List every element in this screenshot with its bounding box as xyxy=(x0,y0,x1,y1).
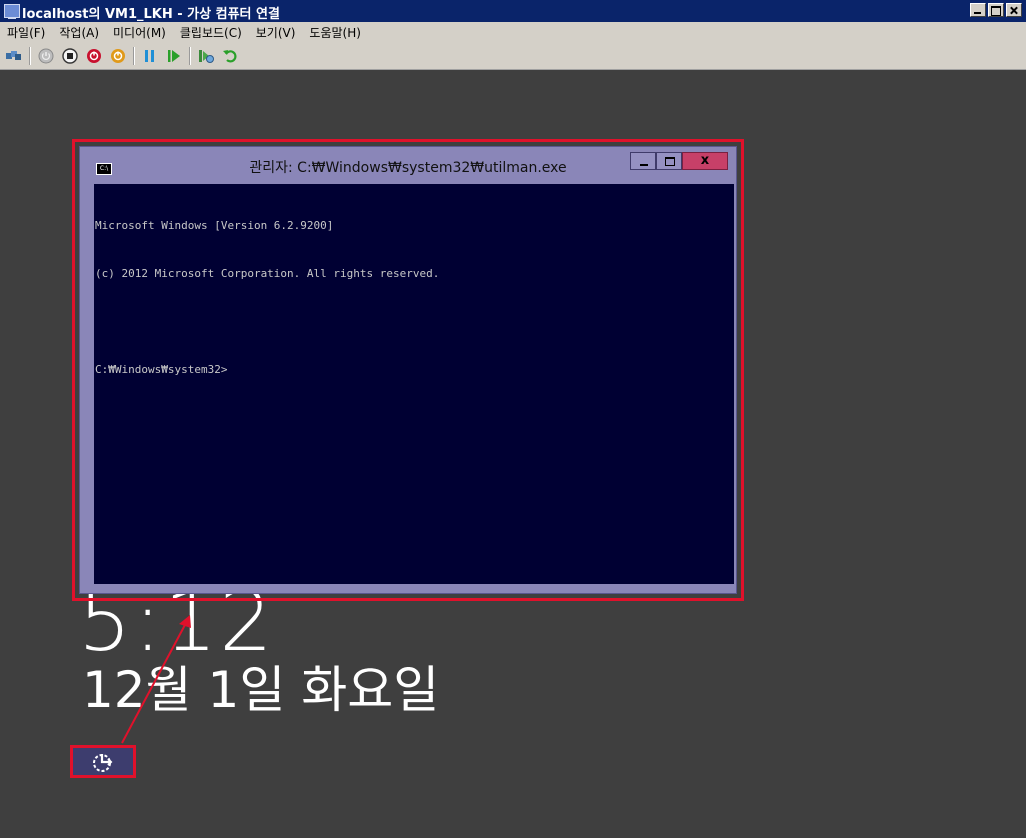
turn-off-icon xyxy=(62,47,78,64)
close-icon[interactable] xyxy=(1006,3,1022,17)
window-controls xyxy=(970,3,1022,17)
start-button[interactable] xyxy=(36,46,56,66)
resume-icon xyxy=(168,49,180,62)
shutdown-icon xyxy=(87,48,101,63)
cmd-highlight-outline: C:\ 관리자: C:₩Windows₩system32₩utilman.exe… xyxy=(72,139,744,601)
snapshot-icon xyxy=(199,49,214,63)
cmd-minimize-icon[interactable] xyxy=(630,152,656,170)
maximize-icon[interactable] xyxy=(988,3,1004,17)
toolbar xyxy=(0,42,1026,70)
cmd-window[interactable]: C:\ 관리자: C:₩Windows₩system32₩utilman.exe… xyxy=(79,146,737,594)
pause-button[interactable] xyxy=(140,46,160,66)
menu-bar: 파일(F) 작업(A) 미디어(M) 클립보드(C) 보기(V) 도움말(H) xyxy=(0,22,1026,42)
revert-button[interactable] xyxy=(220,46,240,66)
ease-of-access-button[interactable] xyxy=(70,745,136,778)
vm-screen[interactable]: 5:12 12월 1일 화요일 C:\ 관리자: C:₩Windows₩syst… xyxy=(2,71,1024,838)
resume-button[interactable] xyxy=(164,46,184,66)
save-state-button[interactable] xyxy=(108,46,128,66)
menu-view[interactable]: 보기(V) xyxy=(249,24,303,41)
lockscreen-date: 12월 1일 화요일 xyxy=(82,661,440,719)
window-title: localhost의 VM1_LKH - 가상 컴퓨터 연결 xyxy=(22,7,280,22)
minimize-icon[interactable] xyxy=(970,3,986,17)
menu-action[interactable]: 작업(A) xyxy=(52,24,106,41)
cmd-maximize-icon[interactable] xyxy=(656,152,682,170)
menu-file[interactable]: 파일(F) xyxy=(0,24,52,41)
shutdown-button[interactable] xyxy=(84,46,104,66)
vm-connection-icon xyxy=(4,4,20,19)
toolbar-separator xyxy=(29,46,31,65)
toolbar-separator xyxy=(133,46,135,65)
menu-clipboard[interactable]: 클립보드(C) xyxy=(173,24,249,41)
start-icon xyxy=(38,48,54,63)
console-line: (c) 2012 Microsoft Corporation. All righ… xyxy=(95,267,440,280)
revert-icon xyxy=(223,49,237,62)
host-title-bar: localhost의 VM1_LKH - 가상 컴퓨터 연결 xyxy=(0,0,1026,22)
pause-icon xyxy=(145,49,154,62)
console-prompt: C:₩Windows₩system32> xyxy=(95,363,228,376)
ctrl-alt-del-button[interactable] xyxy=(4,46,24,66)
cmd-close-icon[interactable] xyxy=(682,152,728,170)
cmd-console[interactable]: Microsoft Windows [Version 6.2.9200] (c)… xyxy=(94,184,734,584)
turn-off-button[interactable] xyxy=(60,46,80,66)
cmd-window-controls xyxy=(630,152,728,170)
snapshot-button[interactable] xyxy=(196,46,216,66)
ctrl-alt-del-icon xyxy=(6,50,21,60)
menu-help[interactable]: 도움말(H) xyxy=(302,24,368,41)
save-state-icon xyxy=(111,48,125,63)
menu-media[interactable]: 미디어(M) xyxy=(106,24,173,41)
toolbar-separator xyxy=(189,46,191,65)
console-line: Microsoft Windows [Version 6.2.9200] xyxy=(95,219,334,232)
cmd-title-bar[interactable]: C:\ 관리자: C:₩Windows₩system32₩utilman.exe xyxy=(80,147,736,181)
ease-of-access-icon xyxy=(93,753,113,772)
